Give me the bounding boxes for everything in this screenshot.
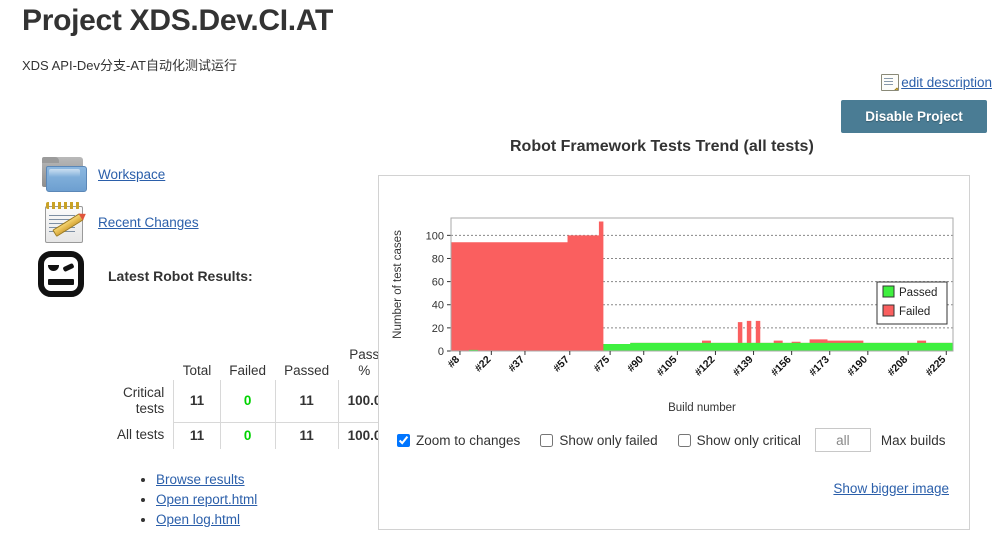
table-row: Critical tests 11 0 11 100.0 (108, 380, 391, 423)
svg-text:#225: #225 (923, 354, 948, 379)
edit-pencil-icon (881, 74, 900, 91)
latest-robot-results-header: Latest Robot Results: (0, 246, 370, 306)
svg-text:#75: #75 (591, 354, 612, 375)
svg-text:#8: #8 (445, 354, 462, 371)
row-label-critical-tests: Critical tests (123, 385, 165, 417)
show-only-critical-checkbox[interactable] (677, 433, 691, 447)
all-passed: 11 (274, 421, 339, 449)
show-only-failed-option[interactable]: Show only failed (540, 432, 658, 448)
sidebar-item-label-recent-changes[interactable]: Recent Changes (98, 215, 199, 230)
browse-results-link[interactable]: Browse results (156, 472, 245, 487)
notepad-pencil-icon (40, 201, 88, 243)
show-only-critical-option[interactable]: Show only critical (677, 432, 801, 448)
sidebar-item-label-workspace[interactable]: Workspace (98, 167, 165, 182)
open-log-link[interactable]: Open log.html (156, 512, 240, 527)
svg-text:60: 60 (432, 277, 444, 289)
result-links-list: Browse results Open report.html Open log… (130, 470, 257, 530)
critical-total: 11 (173, 380, 221, 423)
svg-text:#139: #139 (731, 354, 756, 379)
svg-text:0: 0 (438, 346, 444, 358)
open-report-link[interactable]: Open report.html (156, 492, 257, 507)
svg-text:Passed: Passed (899, 287, 937, 299)
show-only-failed-label: Show only failed (559, 432, 658, 448)
list-item[interactable]: Browse results (156, 470, 257, 490)
svg-text:#105: #105 (654, 354, 679, 379)
chart-panel: 0 20 40 60 80 100 #8 #22 #37 #57 #75 #90 #105 #122 #13… (378, 175, 970, 530)
robot-results-table: Total Failed Passed Pass% Critical tests … (108, 345, 391, 449)
row-label-all-tests: All tests (117, 427, 165, 443)
chart-controls: Zoom to changes Show only failed Show on… (397, 428, 959, 452)
svg-text:#208: #208 (885, 354, 910, 379)
disable-project-button[interactable]: Disable Project (841, 100, 987, 133)
max-builds-label: Max builds (880, 432, 946, 448)
critical-failed: 0 (219, 380, 276, 423)
show-bigger-image-link[interactable]: Show bigger image (833, 481, 949, 496)
svg-text:#37: #37 (506, 354, 527, 375)
table-row: All tests 11 0 11 100.0 (108, 421, 391, 449)
svg-text:Number of test cases: Number of test cases (392, 230, 404, 339)
svg-text:40: 40 (432, 300, 444, 312)
table-header-row: Total Failed Passed Pass% (108, 345, 390, 380)
sidebar-item-workspace[interactable]: Workspace (0, 150, 370, 198)
all-total: 11 (173, 421, 221, 449)
list-item[interactable]: Open log.html (156, 510, 257, 530)
zoom-to-changes-checkbox[interactable] (397, 433, 410, 447)
all-failed: 0 (219, 421, 276, 449)
chart-title: Robot Framework Tests Trend (all tests) (510, 138, 814, 155)
table-header-blank (108, 345, 174, 380)
table-header-total: Total (182, 362, 212, 378)
table-header-passed: Passed (284, 362, 330, 378)
sidebar-item-recent-changes[interactable]: Recent Changes (0, 198, 370, 246)
svg-text:#90: #90 (625, 354, 646, 375)
svg-text:Failed: Failed (899, 306, 930, 318)
svg-text:#156: #156 (769, 354, 794, 379)
show-only-critical-label: Show only critical (696, 432, 801, 448)
robot-icon (36, 250, 84, 302)
show-bigger-image-row: Show bigger image (833, 481, 949, 496)
list-item[interactable]: Open report.html (156, 490, 257, 510)
table-header-failed: Failed (229, 362, 267, 378)
svg-text:#22: #22 (473, 354, 494, 375)
critical-passed: 11 (274, 380, 339, 423)
robot-tests-trend-chart: 0 20 40 60 80 100 #8 #22 #37 #57 #75 #90 #105 #122 #13… (392, 217, 954, 412)
max-builds-input[interactable] (814, 428, 871, 452)
svg-text:#190: #190 (845, 354, 870, 379)
page-title: Project XDS.Dev.CI.AT (22, 4, 334, 37)
svg-text:100: 100 (426, 230, 444, 242)
zoom-to-changes-label: Zoom to changes (416, 432, 521, 448)
edit-description-link[interactable]: edit description (901, 75, 992, 90)
svg-text:#57: #57 (551, 354, 572, 375)
svg-text:#173: #173 (807, 354, 832, 379)
latest-robot-results-label: Latest Robot Results: (108, 268, 253, 284)
svg-text:20: 20 (432, 323, 444, 335)
edit-description-row: edit description (881, 74, 992, 91)
svg-text:#122: #122 (693, 354, 718, 379)
show-only-failed-checkbox[interactable] (540, 433, 554, 447)
folder-icon (40, 157, 88, 192)
svg-text:80: 80 (432, 253, 444, 265)
svg-text:Build number: Build number (668, 402, 736, 412)
zoom-to-changes-option[interactable]: Zoom to changes (397, 433, 520, 448)
sidebar: Workspace Recent Changes Latest Robot Re… (0, 150, 370, 306)
page-description: XDS API-Dev分支-AT自动化测试运行 (22, 58, 238, 73)
